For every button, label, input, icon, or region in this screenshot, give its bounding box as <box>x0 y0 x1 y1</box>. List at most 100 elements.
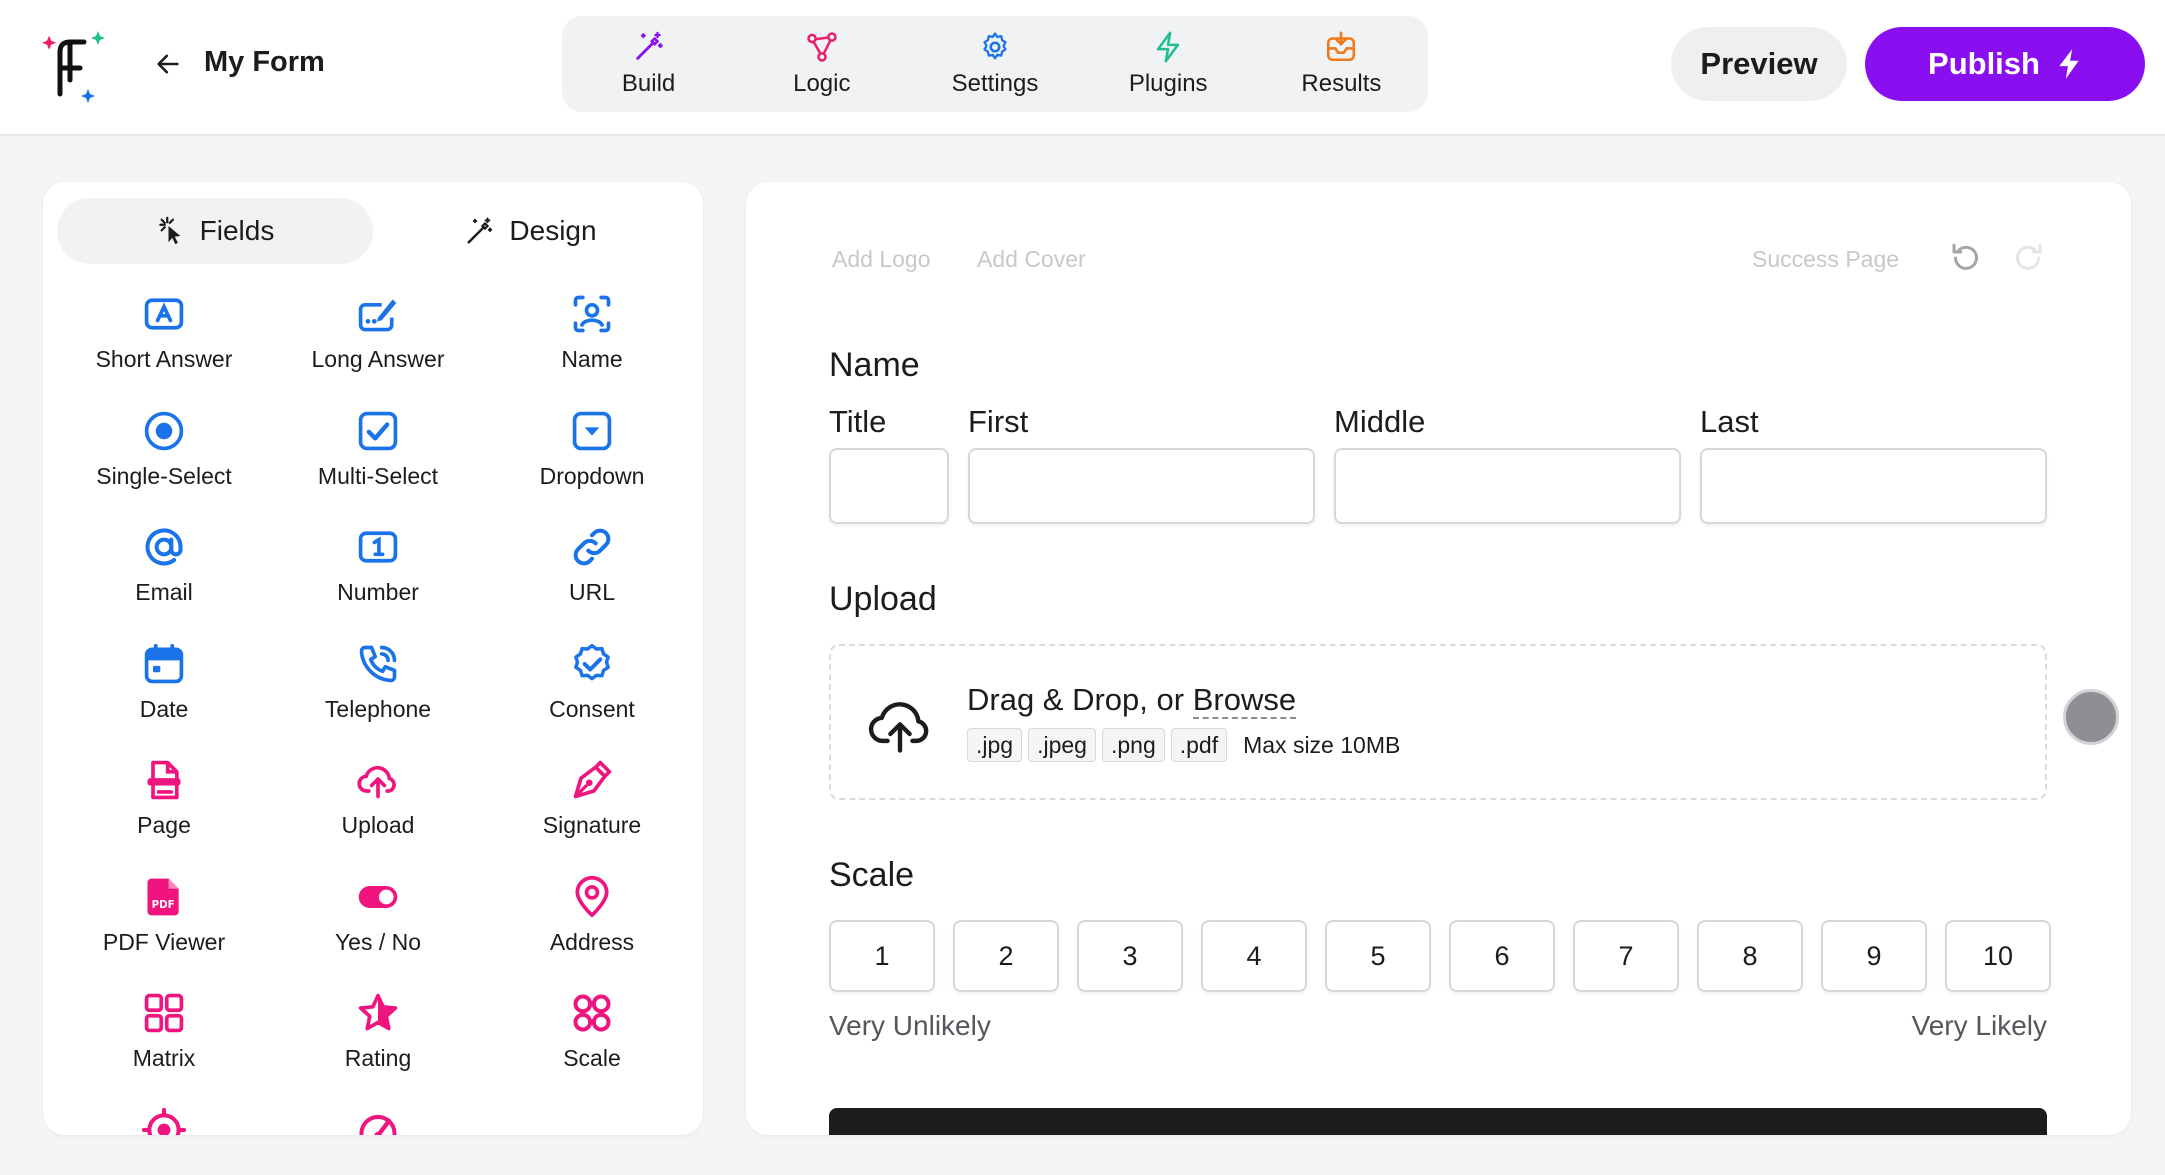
scale-option[interactable]: 6 <box>1449 920 1555 992</box>
scale-option[interactable]: 1 <box>829 920 935 992</box>
field-label: Rating <box>344 1045 412 1071</box>
field-label: Long Answer <box>311 346 445 372</box>
field-label: Short Answer <box>95 346 233 372</box>
field-palette: Short Answer Long Answer Name Single-Sel… <box>57 282 699 1135</box>
pdf-icon: PDF <box>147 878 179 915</box>
browse-link[interactable]: Browse <box>1192 682 1297 719</box>
add-logo-link[interactable]: Add Logo <box>832 246 930 273</box>
toggle-icon <box>358 885 398 908</box>
scale-option[interactable]: 9 <box>1821 920 1927 992</box>
field-consent[interactable]: Consent <box>485 632 699 749</box>
name-icon <box>573 295 611 333</box>
drag-drop-text: Drag & Drop, or <box>967 682 1185 717</box>
nav-results[interactable]: Results <box>1255 16 1428 112</box>
app-logo[interactable] <box>40 28 112 104</box>
field-pdf-viewer[interactable]: PDF PDF Viewer <box>57 865 271 982</box>
scale-option[interactable]: 4 <box>1201 920 1307 992</box>
field-label: Date <box>139 695 189 722</box>
at-icon <box>145 528 183 566</box>
scale-option[interactable]: 7 <box>1573 920 1679 992</box>
nav-logic[interactable]: Logic <box>735 16 908 112</box>
field-label: Address <box>549 928 635 955</box>
success-page-link[interactable]: Success Page <box>1752 246 1899 273</box>
field-label: Telephone <box>324 695 432 722</box>
drag-handle[interactable] <box>2063 689 2119 745</box>
scale-option[interactable]: 8 <box>1697 920 1803 992</box>
field-scale[interactable]: Scale <box>485 981 699 1098</box>
tab-design-label: Design <box>509 215 597 246</box>
field-dropdown[interactable]: Dropdown <box>485 399 699 516</box>
cloud-upload-icon <box>357 766 396 799</box>
redo-button[interactable] <box>2010 240 2046 276</box>
publish-button-label: Publish <box>1928 46 2040 81</box>
field-label: Single-Select <box>96 462 232 489</box>
field-rating[interactable]: Rating <box>271 981 485 1098</box>
scale-options: 1 2 3 4 5 6 7 8 9 10 <box>829 920 2051 992</box>
panel-tabs: Fields Design <box>57 198 689 264</box>
nav-build[interactable]: Build <box>562 16 735 112</box>
file-type-badge: .pdf <box>1170 728 1228 762</box>
undo-button[interactable] <box>1948 240 1984 276</box>
field-matrix[interactable]: Matrix <box>57 981 271 1098</box>
form-canvas: Add Logo Add Cover Success Page Name Tit… <box>746 182 2131 1135</box>
scale-option[interactable]: 3 <box>1077 920 1183 992</box>
last-name-input[interactable] <box>1700 448 2047 524</box>
nav-settings[interactable]: Settings <box>908 16 1081 112</box>
publish-button[interactable]: Publish <box>1865 27 2145 101</box>
upload-dropzone[interactable]: Drag & Drop, or Browse .jpg .jpeg .png .… <box>829 644 2047 800</box>
submit-button[interactable] <box>829 1108 2047 1135</box>
check-badge-icon <box>574 643 610 680</box>
scale-high-label: Very Likely <box>1911 1010 2047 1041</box>
tab-design[interactable]: Design <box>373 198 689 264</box>
field-long-answer[interactable]: Long Answer <box>271 282 485 399</box>
inbox-icon <box>1327 31 1356 62</box>
scale-option[interactable]: 5 <box>1325 920 1431 992</box>
star-icon <box>358 993 398 1031</box>
calendar-icon <box>144 643 184 683</box>
field-short-answer[interactable]: Short Answer <box>57 282 271 399</box>
field-label: Name <box>561 346 623 372</box>
field-single-select[interactable]: Single-Select <box>57 399 271 516</box>
tab-fields[interactable]: Fields <box>57 198 373 264</box>
title-input[interactable] <box>829 448 949 524</box>
map-pin-icon <box>575 875 609 917</box>
field-page[interactable]: Page <box>57 748 271 865</box>
preview-button[interactable]: Preview <box>1671 27 1847 101</box>
field-email[interactable]: Email <box>57 515 271 632</box>
field-label: Number <box>337 579 419 605</box>
field-name[interactable]: Name <box>485 282 699 399</box>
field-yes-no[interactable]: Yes / No <box>271 865 485 982</box>
middle-name-label: Middle <box>1334 404 1426 439</box>
long-answer-icon <box>358 299 397 332</box>
lightning-icon <box>2059 49 2079 79</box>
field-multi-select[interactable]: Multi-Select <box>271 399 485 516</box>
scale-option[interactable]: 2 <box>953 920 1059 992</box>
number-icon <box>358 531 398 563</box>
middle-name-input[interactable] <box>1334 448 1681 524</box>
grid-icon <box>144 993 184 1033</box>
add-cover-link[interactable]: Add Cover <box>977 246 1086 273</box>
file-type-list: .jpg .jpeg .png .pdf Max size 10MB <box>967 728 1400 762</box>
field-telephone[interactable]: Telephone <box>271 632 485 749</box>
scale-option[interactable]: 10 <box>1945 920 2051 992</box>
field-number[interactable]: Number <box>271 515 485 632</box>
gauge-icon <box>359 1114 397 1135</box>
top-bar: My Form Build Logic Settings Plugins Res… <box>0 0 2165 136</box>
field-url[interactable]: URL <box>485 515 699 632</box>
main-nav: Build Logic Settings Plugins Results <box>562 16 1428 112</box>
nav-plugins[interactable]: Plugins <box>1082 16 1255 112</box>
field-partial-1[interactable] <box>57 1098 271 1135</box>
form-title[interactable]: My Form <box>204 46 325 79</box>
field-label: Consent <box>549 695 635 722</box>
field-label: Multi-Select <box>317 462 439 489</box>
pen-nib-icon <box>573 760 612 799</box>
first-name-input[interactable] <box>968 448 1315 524</box>
field-signature[interactable]: Signature <box>485 748 699 865</box>
field-date[interactable]: Date <box>57 632 271 749</box>
arrow-left-icon <box>157 54 179 74</box>
tab-fields-label: Fields <box>199 215 275 246</box>
field-address[interactable]: Address <box>485 865 699 982</box>
back-button[interactable] <box>150 44 186 84</box>
field-upload[interactable]: Upload <box>271 748 485 865</box>
field-partial-2[interactable] <box>271 1098 485 1135</box>
